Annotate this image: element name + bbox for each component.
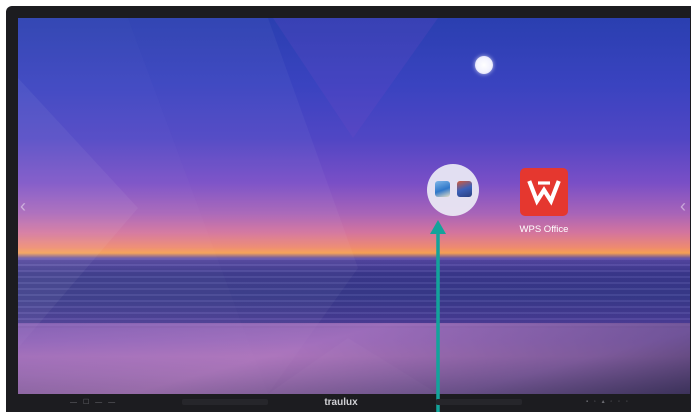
app-folder[interactable] bbox=[427, 164, 479, 216]
wps-office-app[interactable]: WPS Office bbox=[516, 168, 572, 238]
drag-arrow-annotation bbox=[430, 220, 446, 412]
page-right-arrow-icon[interactable]: ‹ bbox=[678, 194, 688, 218]
wps-office-label: WPS Office bbox=[519, 224, 569, 235]
wps-office-icon bbox=[520, 168, 568, 216]
bezel-bottom-bar: — ☐ — — traulux ▪ ◦ ▴ ◦ ◦ ◦ bbox=[6, 394, 691, 412]
wps-logo-glyph bbox=[527, 180, 561, 206]
bezel-front-ports: ▪ ◦ ▴ ◦ ◦ ◦ bbox=[586, 399, 630, 405]
brand-logo: traulux bbox=[324, 397, 358, 408]
beach-foreground bbox=[18, 323, 690, 394]
bezel-nav-buttons[interactable]: — ☐ — — bbox=[70, 398, 117, 406]
launcher-screen: ‹ ‹ WPS Office bbox=[18, 18, 690, 394]
avatar-app-icon bbox=[457, 181, 472, 197]
drag-arrow-head bbox=[430, 220, 446, 234]
sea-waves bbox=[18, 258, 690, 328]
page: ‹ ‹ WPS Office — ☐ — — traulux ▪ ◦ ▴ ◦ ◦… bbox=[0, 0, 691, 412]
moon-dot bbox=[475, 56, 493, 74]
bezel-speaker-right bbox=[436, 399, 522, 405]
bezel-speaker-left bbox=[182, 399, 268, 405]
page-left-arrow-icon[interactable]: ‹ bbox=[18, 194, 28, 218]
gallery-app-icon bbox=[435, 181, 450, 197]
